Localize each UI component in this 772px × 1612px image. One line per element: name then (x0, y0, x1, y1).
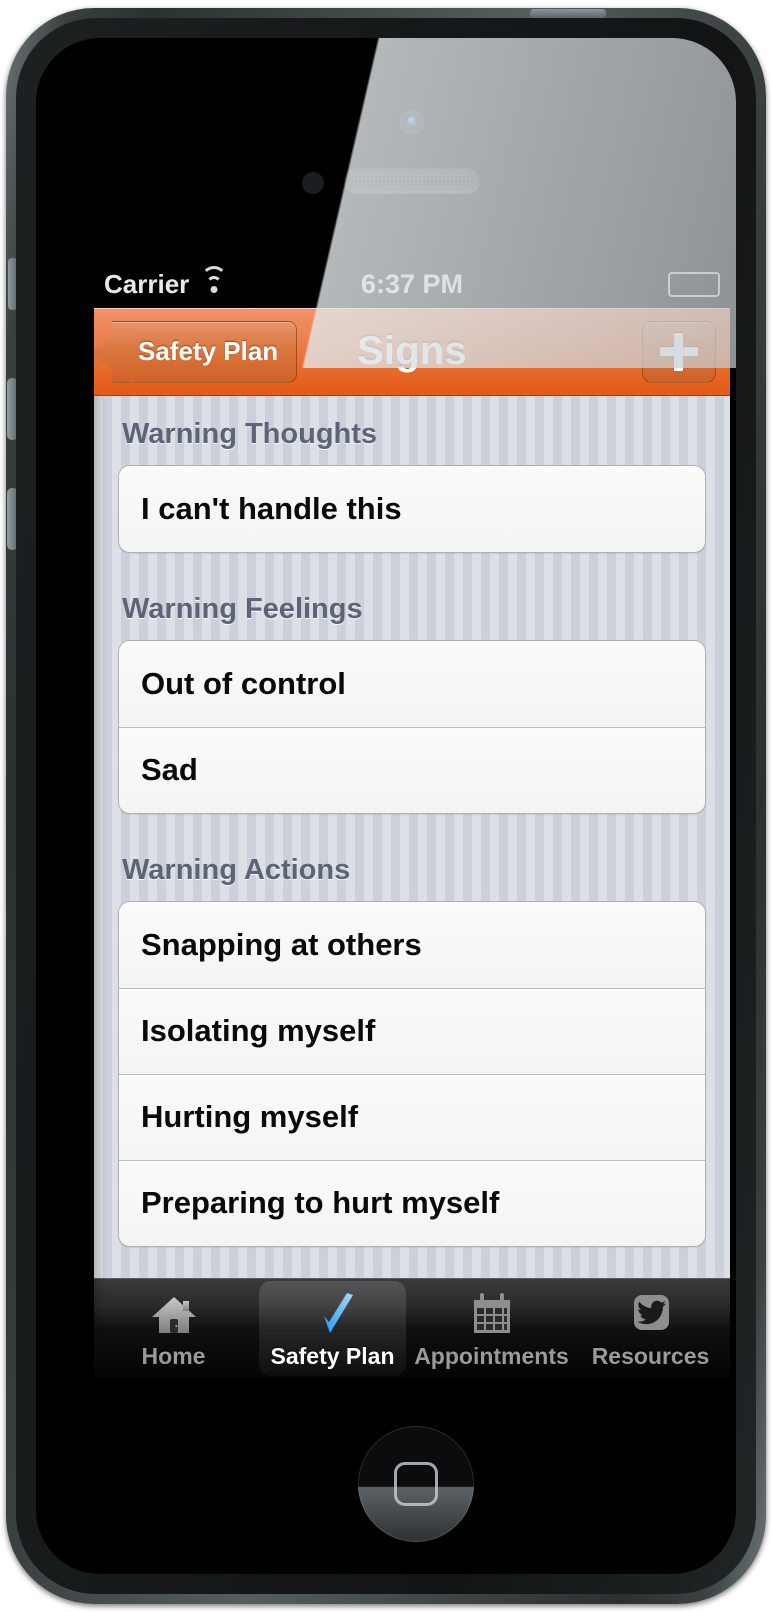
home-square-icon (394, 1462, 438, 1506)
grouped-table-view[interactable]: Warning Thoughts I can't handle this War… (94, 396, 730, 1338)
section-group: Snapping at others Isolating myself Hurt… (118, 901, 706, 1247)
section-header: Warning Thoughts (122, 418, 378, 450)
iphone-device-frame: Carrier 6:37 PM Safety Plan Signs Warnin… (6, 8, 766, 1604)
home-icon (148, 1289, 200, 1339)
device-glass: Carrier 6:37 PM Safety Plan Signs Warnin… (36, 38, 736, 1574)
status-bar-right (668, 271, 720, 297)
section-warning-thoughts: Warning Thoughts I can't handle this (94, 396, 730, 553)
section-warning-feelings: Warning Feelings Out of control Sad (94, 571, 730, 814)
add-button[interactable] (642, 321, 716, 383)
section-header: Warning Feelings (122, 593, 363, 625)
table-row[interactable]: Out of control (119, 641, 705, 727)
table-row[interactable]: Preparing to hurt myself (119, 1160, 705, 1246)
power-button[interactable] (530, 9, 606, 18)
row-label: Preparing to hurt myself (141, 1185, 500, 1220)
section-group: Out of control Sad (118, 640, 706, 814)
row-label: Sad (141, 752, 198, 787)
table-row[interactable]: Isolating myself (119, 988, 705, 1074)
status-bar-clock: 6:37 PM (360, 268, 464, 299)
home-button[interactable] (358, 1426, 474, 1542)
row-label: I can't handle this (141, 491, 402, 526)
earpiece-speaker-icon (344, 168, 480, 194)
back-button-label: Safety Plan (138, 336, 279, 366)
tab-bar: Home Safety Plan Appointments Resources (94, 1278, 730, 1378)
section-header: Warning Actions (122, 854, 351, 886)
status-bar: Carrier 6:37 PM (94, 260, 730, 308)
plus-icon (660, 333, 698, 371)
calendar-icon (466, 1289, 518, 1339)
section-group: I can't handle this (118, 465, 706, 553)
tab-label: Appointments (414, 1343, 569, 1369)
app-screen: Carrier 6:37 PM Safety Plan Signs Warnin… (94, 260, 730, 1378)
front-camera-icon (400, 110, 424, 134)
section-warning-actions: Warning Actions Snapping at others Isola… (94, 832, 730, 1247)
tab-safety-plan[interactable]: Safety Plan (253, 1279, 412, 1378)
table-row[interactable]: I can't handle this (119, 466, 705, 552)
tab-resources[interactable]: Resources (571, 1279, 730, 1378)
table-row[interactable]: Hurting myself (119, 1074, 705, 1160)
tab-appointments[interactable]: Appointments (412, 1279, 571, 1378)
navigation-bar: Safety Plan Signs (94, 308, 730, 396)
row-label: Out of control (141, 666, 346, 701)
battery-full-icon (668, 271, 720, 297)
twitter-bird-icon (625, 1289, 677, 1339)
tab-label: Safety Plan (270, 1343, 395, 1369)
tab-label: Resources (591, 1343, 710, 1369)
checkmark-icon (307, 1289, 359, 1339)
device-inner-bezel: Carrier 6:37 PM Safety Plan Signs Warnin… (16, 18, 756, 1594)
row-label: Hurting myself (141, 1099, 359, 1134)
tab-home[interactable]: Home (94, 1279, 253, 1378)
table-row[interactable]: Sad (119, 727, 705, 813)
back-button[interactable]: Safety Plan (112, 320, 298, 383)
row-label: Snapping at others (141, 927, 422, 962)
tab-label: Home (141, 1343, 206, 1369)
row-label: Isolating myself (141, 1013, 376, 1048)
table-row[interactable]: Snapping at others (119, 902, 705, 988)
proximity-sensor-icon (302, 172, 324, 194)
screenshot-stage: Carrier 6:37 PM Safety Plan Signs Warnin… (0, 0, 772, 1612)
